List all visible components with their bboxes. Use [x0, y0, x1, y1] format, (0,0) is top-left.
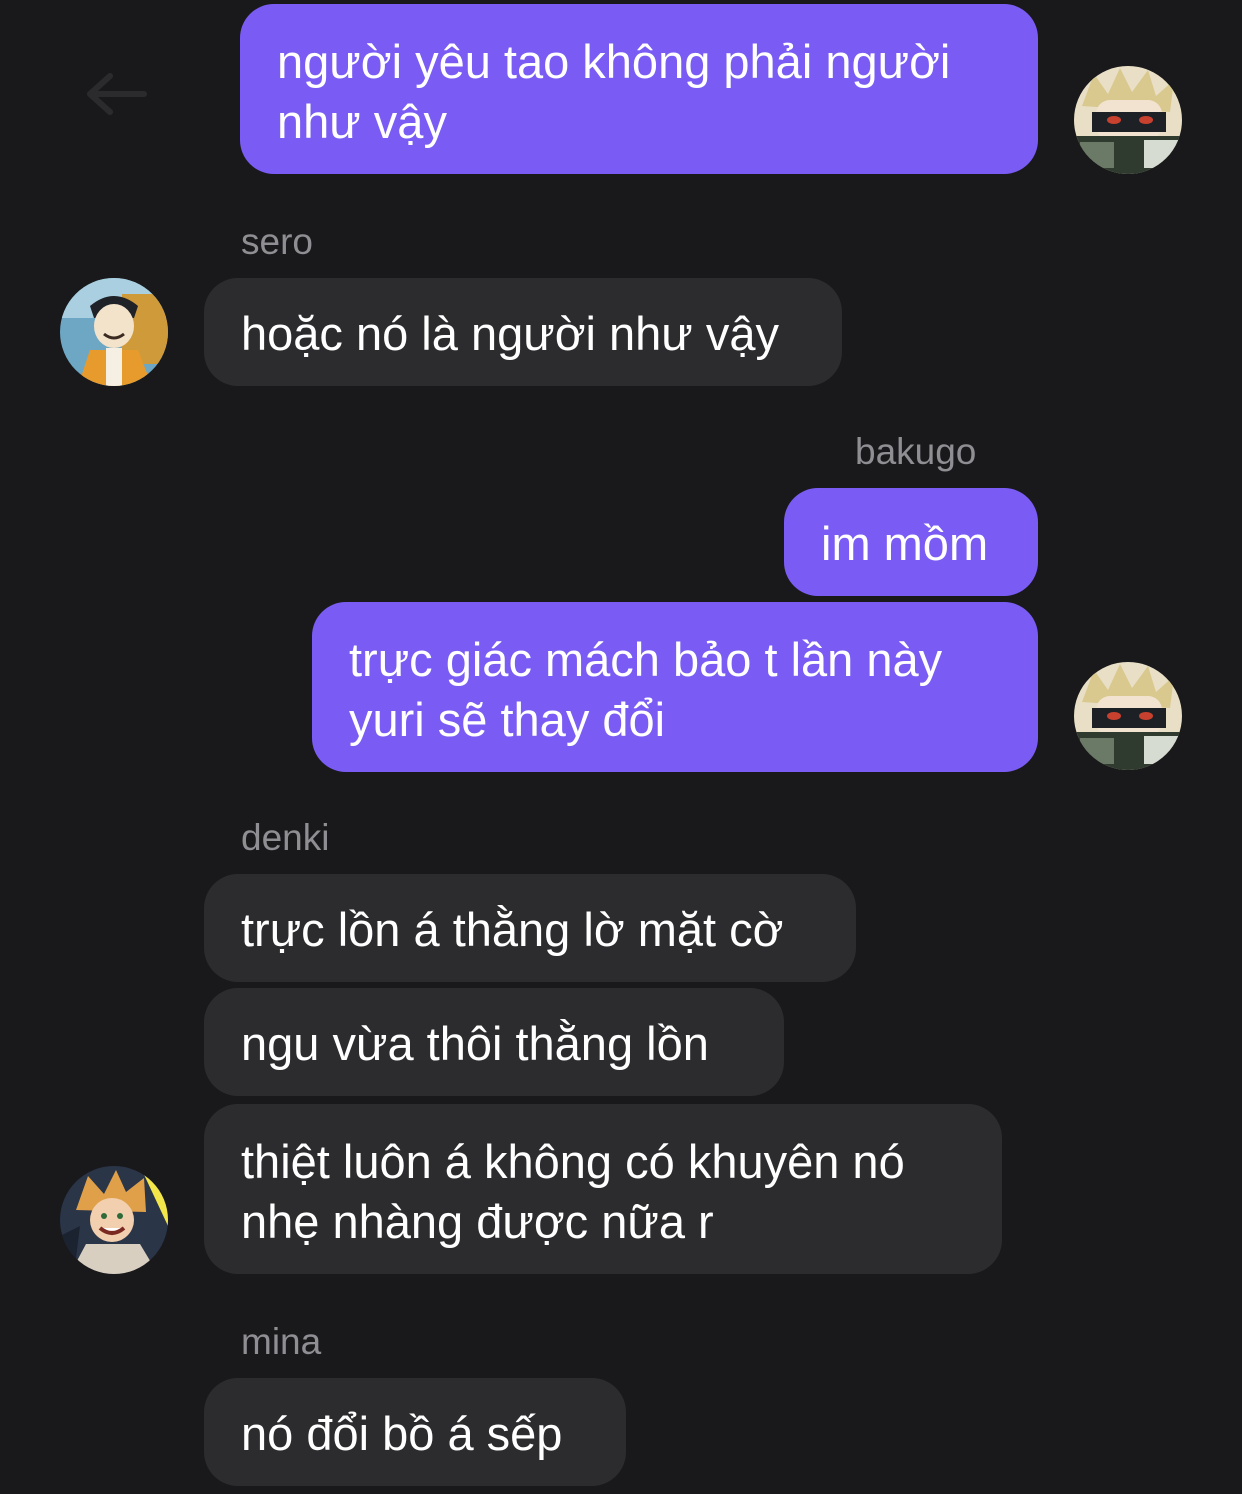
denki-avatar[interactable]	[60, 1166, 168, 1274]
message-bubble-incoming[interactable]: thiệt luôn á không có khuyên nó nhẹ nhàn…	[204, 1104, 1002, 1274]
sero-avatar[interactable]	[60, 278, 168, 386]
message-text-line: như vậy	[277, 95, 447, 148]
message-bubble-incoming[interactable]: nó đổi bồ á sếp	[204, 1378, 626, 1486]
message-text-line: thiệt luôn á không có khuyên nó	[241, 1135, 905, 1188]
sender-name: sero	[241, 221, 313, 262]
sender-name: mina	[241, 1321, 322, 1362]
message-text: trực lồn á thằng lờ mặt cờ	[241, 903, 784, 956]
back-arrow-icon[interactable]	[84, 70, 148, 118]
message-bubble-outgoing[interactable]: im mồm	[784, 488, 1038, 596]
message-bubble-outgoing[interactable]: trực giác mách bảo t lần này yuri sẽ tha…	[312, 602, 1038, 772]
message-text: ngu vừa thôi thằng lồn	[241, 1017, 709, 1070]
message-bubble-incoming[interactable]: ngu vừa thôi thằng lồn	[204, 988, 784, 1096]
sender-name: bakugo	[855, 431, 977, 472]
message-text-line: yuri sẽ thay đổi	[349, 693, 666, 746]
message-text-line: người yêu tao không phải người	[277, 35, 951, 88]
bakugo-avatar[interactable]	[1074, 66, 1182, 174]
message-text-line: nhẹ nhàng được nữa r	[241, 1195, 714, 1248]
message-bubble-incoming[interactable]: hoặc nó là người như vậy	[204, 278, 842, 386]
message-text-line: trực giác mách bảo t lần này	[349, 633, 943, 686]
bakugo-avatar[interactable]	[1074, 662, 1182, 770]
sender-name: denki	[241, 817, 330, 858]
message-text: nó đổi bồ á sếp	[241, 1407, 563, 1460]
message-bubble-incoming[interactable]: trực lồn á thằng lờ mặt cờ	[204, 874, 856, 982]
message-text: hoặc nó là người như vậy	[241, 307, 779, 360]
message-bubble-outgoing[interactable]: người yêu tao không phải người như vậy	[240, 4, 1038, 174]
message-text: im mồm	[821, 517, 989, 570]
